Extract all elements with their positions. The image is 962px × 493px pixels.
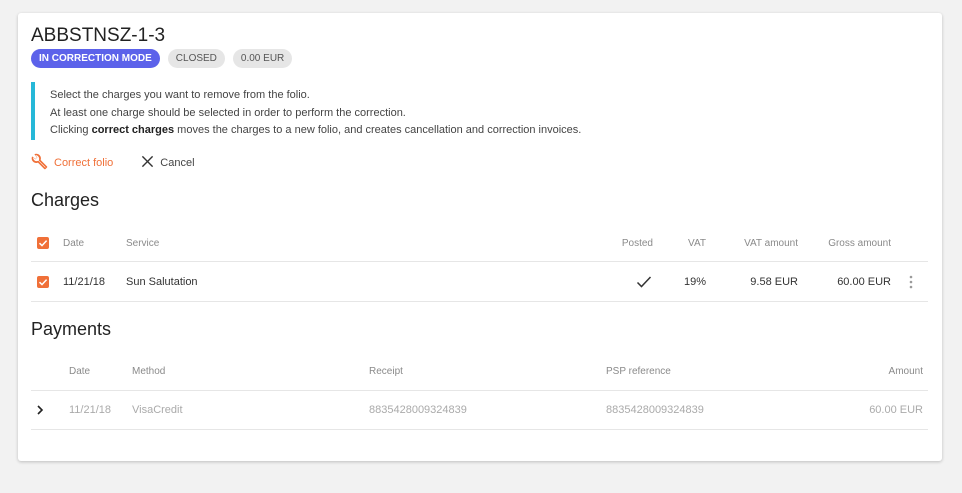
charges-header-row: Date Service Posted VAT VAT amount Gross… xyxy=(31,225,928,262)
charge-vat: 19% xyxy=(683,275,706,288)
info-line-3: Clicking correct charges moves the charg… xyxy=(50,122,921,140)
charge-vat-amount: 9.58 EUR xyxy=(750,275,798,288)
charge-gross-amount: 60.00 EUR xyxy=(837,275,891,288)
checkbox-checked-icon xyxy=(37,275,49,288)
correction-mode-badge: IN CORRECTION MODE xyxy=(31,49,160,68)
closed-badge: CLOSED xyxy=(167,49,225,68)
header-vat-amount[interactable]: VAT amount xyxy=(744,225,798,261)
payments-table: Date Method Receipt PSP reference Amount… xyxy=(31,353,928,430)
payment-psp-reference: 8835428009324839 xyxy=(606,404,704,416)
info-line-3-bold: correct charges xyxy=(91,124,175,136)
charges-table: Date Service Posted VAT VAT amount Gross… xyxy=(31,225,928,302)
folio-card: ABBSTNSZ-1-3 IN CORRECTION MODE CLOSED 0… xyxy=(18,13,942,461)
payments-header-row: Date Method Receipt PSP reference Amount xyxy=(31,353,928,391)
charge-date: 11/21/18 xyxy=(63,275,106,288)
payments-title: Payments xyxy=(31,319,112,339)
payment-amount: 60.00 EUR xyxy=(869,404,923,416)
chevron-right-icon[interactable] xyxy=(36,391,44,429)
wrench-icon xyxy=(31,153,54,173)
info-line-2: At least one charge should be selected i… xyxy=(50,106,406,119)
header-receipt[interactable]: Receipt xyxy=(369,353,403,390)
header-posted[interactable]: Posted xyxy=(622,225,653,261)
payment-date: 11/21/18 xyxy=(69,404,112,416)
correct-folio-button[interactable]: Correct folio xyxy=(31,153,113,173)
header-amount[interactable]: Amount xyxy=(889,353,923,390)
info-line-1: Select the charges you want to remove fr… xyxy=(50,89,310,101)
info-message: Select the charges you want to remove fr… xyxy=(31,82,921,140)
charges-title: Charges xyxy=(31,190,100,210)
posted-check-icon xyxy=(636,262,652,301)
header-method[interactable]: Method xyxy=(132,353,165,390)
info-line-3-prefix: Clicking xyxy=(50,124,92,136)
cancel-label: Cancel xyxy=(160,157,195,169)
action-bar: Correct folio Cancel xyxy=(31,153,195,173)
cancel-button[interactable]: Cancel xyxy=(141,155,195,171)
header-date[interactable]: Date xyxy=(63,225,84,261)
balance-badge: 0.00 EUR xyxy=(232,49,293,68)
status-badges: IN CORRECTION MODE CLOSED 0.00 EUR xyxy=(31,49,293,68)
payment-method: VisaCredit xyxy=(132,404,183,416)
header-service[interactable]: Service xyxy=(126,225,159,261)
more-vert-icon[interactable] xyxy=(909,262,913,301)
checkbox-checked-icon xyxy=(37,237,49,249)
table-row[interactable]: 11/21/18 Sun Salutation 19% 9.58 EUR 60.… xyxy=(31,262,928,302)
correct-folio-label: Correct folio xyxy=(54,157,114,169)
charge-service: Sun Salutation xyxy=(126,275,198,288)
payment-receipt: 8835428009324839 xyxy=(369,404,467,416)
header-vat[interactable]: VAT xyxy=(688,225,706,261)
header-date[interactable]: Date xyxy=(69,353,90,390)
select-all-checkbox[interactable] xyxy=(37,225,49,261)
header-psp-reference[interactable]: PSP reference xyxy=(606,353,671,390)
info-line-3-suffix: moves the charges to a new folio, and cr… xyxy=(174,124,582,136)
close-icon xyxy=(141,155,160,171)
header-gross-amount[interactable]: Gross amount xyxy=(828,225,891,261)
folio-title: ABBSTNSZ-1-3 xyxy=(31,25,166,46)
row-checkbox[interactable] xyxy=(37,262,49,301)
table-row[interactable]: 11/21/18 VisaCredit 8835428009324839 883… xyxy=(31,391,928,430)
